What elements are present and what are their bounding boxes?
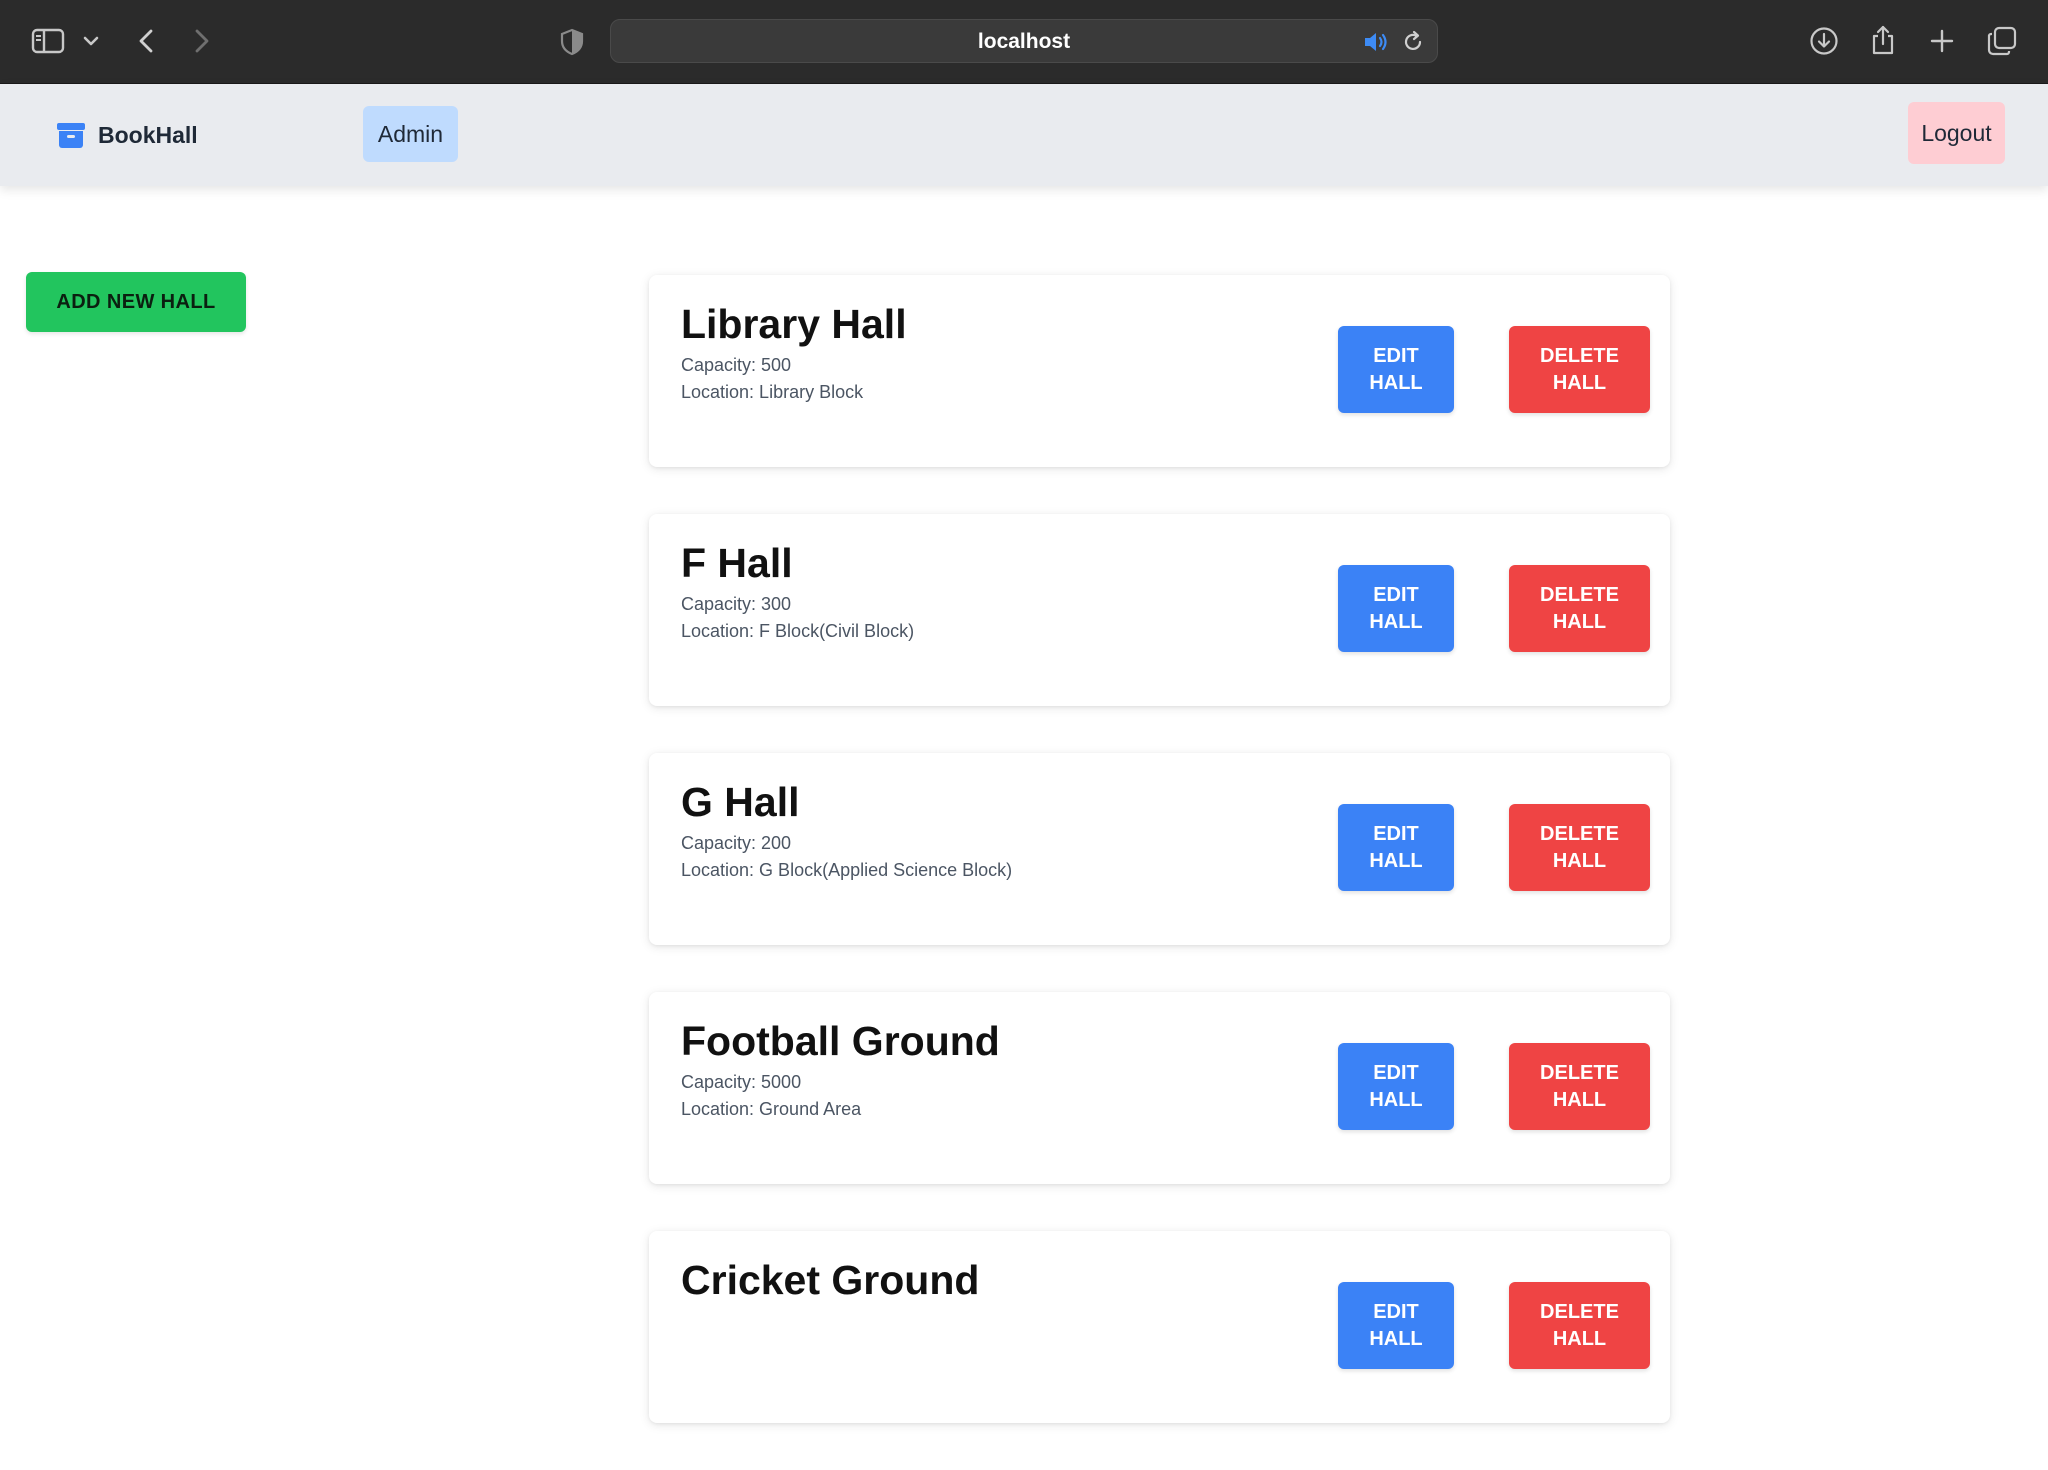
edit-hall-button[interactable]: EDIT HALL	[1338, 326, 1454, 413]
hall-name: Cricket Ground	[681, 1257, 980, 1303]
speaker-icon[interactable]	[1361, 28, 1391, 56]
hall-capacity: Capacity: 300	[681, 594, 792, 614]
hall-capacity: Capacity: 500	[681, 355, 792, 375]
hall-capacity: Capacity: 5000	[681, 1072, 802, 1092]
hall-name: Library Hall	[681, 301, 907, 347]
hall-name: F Hall	[681, 540, 793, 586]
archive-box-icon	[57, 123, 85, 148]
delete-hall-label: DELETE HALL	[1540, 1300, 1619, 1350]
delete-hall-button[interactable]: DELETE HALL	[1509, 565, 1650, 652]
reload-icon[interactable]	[1399, 28, 1427, 56]
plus-icon[interactable]	[1925, 24, 1959, 58]
delete-hall-label: DELETE HALL	[1540, 822, 1619, 872]
edit-hall-button[interactable]: EDIT HALL	[1338, 1043, 1454, 1130]
hall-location: Location: Ground Area	[681, 1099, 862, 1119]
logout-button[interactable]: Logout	[1908, 102, 2005, 164]
tab-overview-icon[interactable]	[1984, 24, 2020, 58]
shield-icon[interactable]	[556, 24, 588, 60]
edit-hall-label: EDIT HALL	[1369, 822, 1423, 872]
download-icon[interactable]	[1807, 24, 1841, 58]
hall-location: Location: G Block(Applied Science Block)	[681, 860, 1013, 880]
delete-hall-button[interactable]: DELETE HALL	[1509, 326, 1650, 413]
admin-link[interactable]: Admin	[363, 106, 458, 162]
hall-card: Cricket Ground EDIT HALL DELETE HALL	[649, 1231, 1670, 1423]
edit-hall-label: EDIT HALL	[1369, 344, 1423, 394]
delete-hall-button[interactable]: DELETE HALL	[1509, 804, 1650, 891]
chevron-left-icon[interactable]	[130, 24, 162, 58]
delete-hall-label: DELETE HALL	[1540, 583, 1619, 633]
hall-location: Location: F Block(Civil Block)	[681, 621, 915, 641]
address-text[interactable]: localhost	[611, 20, 1437, 64]
add-new-hall-button[interactable]: ADD NEW HALL	[26, 272, 246, 332]
share-icon[interactable]	[1866, 22, 1900, 58]
brand-name[interactable]: BookHall	[98, 122, 198, 149]
delete-hall-button[interactable]: DELETE HALL	[1509, 1043, 1650, 1130]
hall-card: G Hall Capacity: 200 Location: G Block(A…	[649, 753, 1670, 945]
sidebar-icon[interactable]	[30, 26, 66, 56]
hall-card: Library Hall Capacity: 500 Location: Lib…	[649, 275, 1670, 467]
edit-hall-label: EDIT HALL	[1369, 1300, 1423, 1350]
hall-capacity: Capacity: 200	[681, 833, 792, 853]
delete-hall-label: DELETE HALL	[1540, 1061, 1619, 1111]
brand[interactable]: BookHall	[56, 117, 198, 153]
chevron-right-icon[interactable]	[186, 24, 218, 58]
hall-location: Location: Library Block	[681, 382, 864, 402]
delete-hall-button[interactable]: DELETE HALL	[1509, 1282, 1650, 1369]
hall-card: Football Ground Capacity: 5000 Location:…	[649, 992, 1670, 1184]
app-navbar: BookHall Admin Logout	[0, 84, 2048, 186]
hall-list: Library Hall Capacity: 500 Location: Lib…	[649, 275, 1670, 1470]
edit-hall-button[interactable]: EDIT HALL	[1338, 565, 1454, 652]
edit-hall-button[interactable]: EDIT HALL	[1338, 1282, 1454, 1369]
address-bar[interactable]: localhost	[610, 19, 1438, 63]
hall-card: F Hall Capacity: 300 Location: F Block(C…	[649, 514, 1670, 706]
edit-hall-button[interactable]: EDIT HALL	[1338, 804, 1454, 891]
hall-name: G Hall	[681, 779, 800, 825]
edit-hall-label: EDIT HALL	[1369, 1061, 1423, 1111]
delete-hall-label: DELETE HALL	[1540, 344, 1619, 394]
browser-toolbar: localhost	[0, 0, 2048, 84]
edit-hall-label: EDIT HALL	[1369, 583, 1423, 633]
chevron-down-icon[interactable]	[80, 28, 102, 54]
hall-name: Football Ground	[681, 1018, 1000, 1064]
